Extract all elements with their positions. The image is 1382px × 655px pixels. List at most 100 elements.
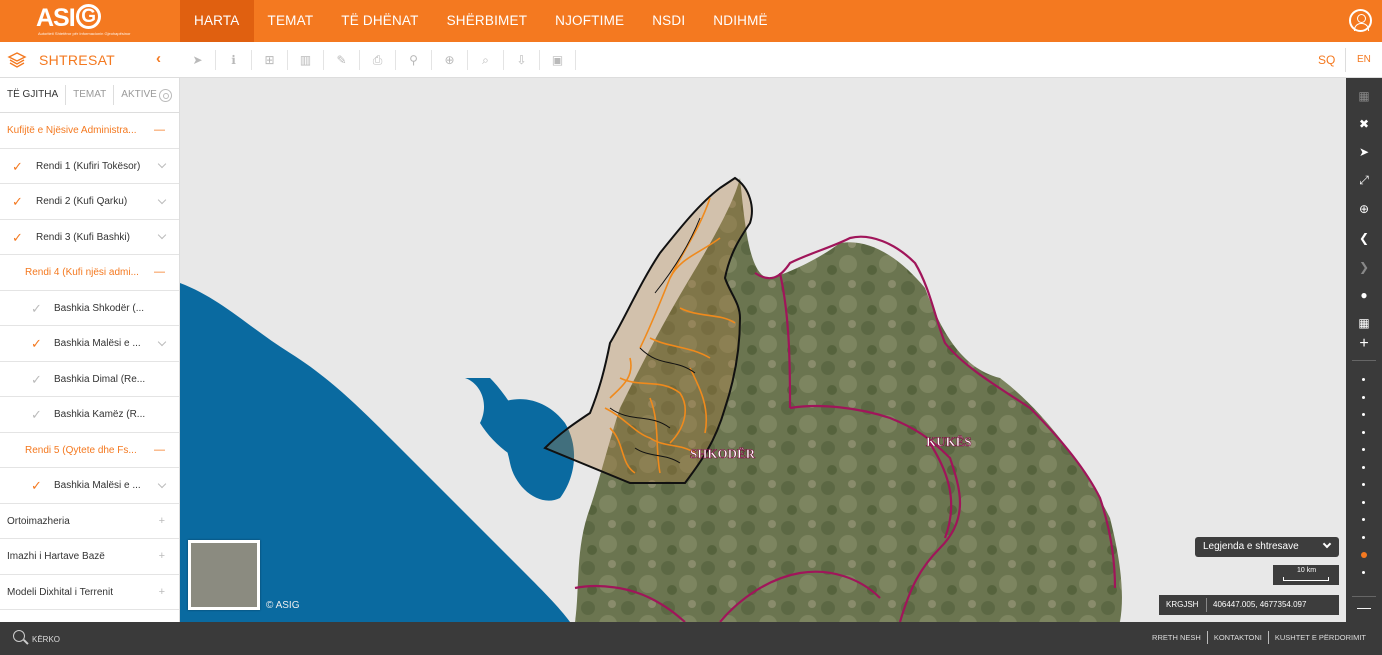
layer-row[interactable]: ✓ Rendi 1 (Kufiri Tokësor): [0, 149, 179, 184]
plus-icon[interactable]: +: [1346, 330, 1382, 358]
checkbox-unchecked-icon[interactable]: ✓: [31, 397, 42, 432]
collapse-icon[interactable]: —: [154, 255, 165, 290]
nav-te-dhenat[interactable]: TË DHËNAT: [327, 0, 432, 42]
layer-label: Bashkia Kamëz (R...: [54, 409, 146, 420]
layer-row[interactable]: ✓ Bashkia Malësi e ...: [0, 468, 179, 504]
minus-icon[interactable]: —: [1346, 593, 1382, 621]
zoom-level[interactable]: [1362, 413, 1365, 416]
checkbox-checked-icon[interactable]: ✓: [31, 326, 42, 361]
fullscreen-icon[interactable]: ✖: [1346, 110, 1382, 138]
print-icon[interactable]: ⎙: [360, 50, 396, 70]
zoom-level[interactable]: [1362, 483, 1365, 486]
select-icon[interactable]: ➤: [180, 50, 216, 70]
nav-harta[interactable]: HARTA: [180, 0, 254, 42]
checkbox-checked-icon[interactable]: ✓: [12, 184, 23, 219]
layer-row[interactable]: ✓ Rendi 2 (Kufi Qarku): [0, 184, 179, 220]
link-about[interactable]: RRETH NESH: [1146, 631, 1208, 644]
layer-row[interactable]: ✓ Bashkia Shkodër (...: [0, 291, 179, 326]
expand-icon[interactable]: +: [159, 539, 165, 574]
expand-icon[interactable]: ⤢: [1346, 166, 1382, 194]
info-icon[interactable]: ℹ: [216, 50, 252, 70]
chevron-down-icon[interactable]: [157, 220, 167, 255]
search-icon[interactable]: ⌕: [468, 50, 504, 70]
chart-icon[interactable]: ▥: [288, 50, 324, 70]
checkbox-unchecked-icon[interactable]: ✓: [31, 291, 42, 326]
circle-plus-icon[interactable]: ⊕: [432, 50, 468, 70]
chevron-down-icon[interactable]: [157, 468, 167, 503]
checkbox-checked-icon[interactable]: ✓: [12, 220, 23, 255]
nav-ndihme[interactable]: NDIHMË: [699, 0, 781, 42]
nav-njoftime[interactable]: NJOFTIME: [541, 0, 638, 42]
lang-divider: [1345, 48, 1346, 72]
chevron-down-icon[interactable]: [157, 326, 167, 361]
user-icon[interactable]: [1349, 9, 1372, 32]
zoom-level[interactable]: [1362, 430, 1365, 434]
chevron-down-icon[interactable]: [157, 184, 167, 219]
zoom-level[interactable]: [1362, 570, 1365, 574]
zoom-level[interactable]: [1362, 500, 1365, 504]
layer-row[interactable]: Rendi 4 (Kufi njësi admi... —: [0, 255, 179, 291]
map-canvas[interactable]: SHKODËR KUKËS © ASIG Legjenda e shtresav…: [180, 78, 1346, 622]
expand-icon[interactable]: +: [159, 575, 165, 610]
zoom-level[interactable]: [1362, 448, 1365, 451]
layer-row[interactable]: Kufijtë e Njësive Administra... —: [0, 113, 179, 149]
checkbox-checked-icon[interactable]: ✓: [31, 468, 42, 503]
lang-sq[interactable]: SQ: [1318, 53, 1335, 67]
gear-icon[interactable]: [158, 88, 172, 102]
chevron-down-icon: [1322, 539, 1332, 549]
top-nav-bar: ASI G Autoriteti Shtetëror për Informacio…: [0, 0, 1382, 42]
main-nav: HARTA TEMAT TË DHËNAT SHËRBIMET NJOFTIME…: [180, 0, 782, 42]
map-icon[interactable]: ▦: [1346, 82, 1382, 110]
layer-row[interactable]: Ortoimazheria +: [0, 504, 179, 539]
tab-active[interactable]: AKTIVE: [114, 85, 179, 105]
collapse-icon[interactable]: —: [154, 113, 165, 148]
lang-en[interactable]: EN: [1357, 54, 1371, 65]
expand-icon[interactable]: +: [159, 504, 165, 539]
link-terms[interactable]: KUSHTET E PËRDORIMIT: [1269, 631, 1372, 644]
layers-title: SHTRESAT: [39, 52, 116, 68]
layer-row[interactable]: ✓ Rendi 3 (Kufi Bashki): [0, 220, 179, 255]
layer-row[interactable]: ✓ Bashkia Kamëz (R...: [0, 397, 179, 433]
nav-temat[interactable]: TEMAT: [254, 0, 328, 42]
image-icon[interactable]: ▣: [540, 50, 576, 70]
back-icon[interactable]: ❮: [1346, 224, 1382, 252]
checkbox-checked-icon[interactable]: ✓: [12, 149, 23, 184]
basemap-thumbnail[interactable]: [188, 540, 260, 610]
zoom-level-active[interactable]: [1361, 552, 1367, 558]
search-label[interactable]: KËRKO: [32, 635, 60, 644]
layer-label: Bashkia Malësi e ...: [54, 480, 141, 491]
map-image: SHKODËR KUKËS: [180, 176, 1122, 622]
download-icon[interactable]: ⇩: [504, 50, 540, 70]
layer-label: Rendi 1 (Kufiri Tokësor): [36, 160, 141, 172]
locate-icon[interactable]: ➤: [1346, 138, 1382, 166]
collapse-sidebar-button[interactable]: ‹: [156, 50, 161, 67]
search-icon[interactable]: [13, 630, 25, 642]
zoom-level[interactable]: [1362, 395, 1365, 399]
crs-label: KRGJSH: [1166, 600, 1199, 609]
layer-row[interactable]: ✓ Bashkia Malësi e ...: [0, 326, 179, 362]
link-contact[interactable]: KONTAKTONI: [1208, 631, 1269, 644]
layer-row[interactable]: ✓ Bashkia Dimal (Re...: [0, 362, 179, 397]
layer-row[interactable]: Imazhi i Hartave Bazë +: [0, 539, 179, 575]
collapse-icon[interactable]: —: [154, 433, 165, 468]
zoom-level[interactable]: [1362, 518, 1365, 521]
nav-nsdi[interactable]: NSDI: [638, 0, 699, 42]
tab-themes[interactable]: TEMAT: [66, 85, 115, 105]
chevron-down-icon[interactable]: [157, 149, 167, 184]
link-icon[interactable]: ⚲: [396, 50, 432, 70]
tab-all[interactable]: TË GJITHA: [0, 85, 67, 105]
zoom-level[interactable]: [1362, 535, 1365, 539]
globe-icon[interactable]: ●: [1346, 281, 1382, 309]
add-icon[interactable]: ⊞: [252, 50, 288, 70]
layer-row[interactable]: Rendi 5 (Qytete dhe Fs... —: [0, 433, 179, 468]
checkbox-unchecked-icon[interactable]: ✓: [31, 362, 42, 397]
zoom-level[interactable]: [1362, 465, 1365, 469]
zoom-icon[interactable]: ⊕: [1346, 195, 1382, 223]
legend-dropdown[interactable]: Legjenda e shtresave: [1195, 537, 1339, 557]
forward-icon[interactable]: ❯: [1346, 253, 1382, 281]
asig-logo[interactable]: ASI G Autoriteti Shtetëror për Informacio…: [36, 4, 131, 36]
zoom-level[interactable]: [1362, 378, 1365, 381]
nav-sherbimet[interactable]: SHËRBIMET: [433, 0, 542, 42]
edit-icon[interactable]: ✎: [324, 50, 360, 70]
layer-row[interactable]: Modeli Dixhital i Terrenit +: [0, 575, 179, 610]
